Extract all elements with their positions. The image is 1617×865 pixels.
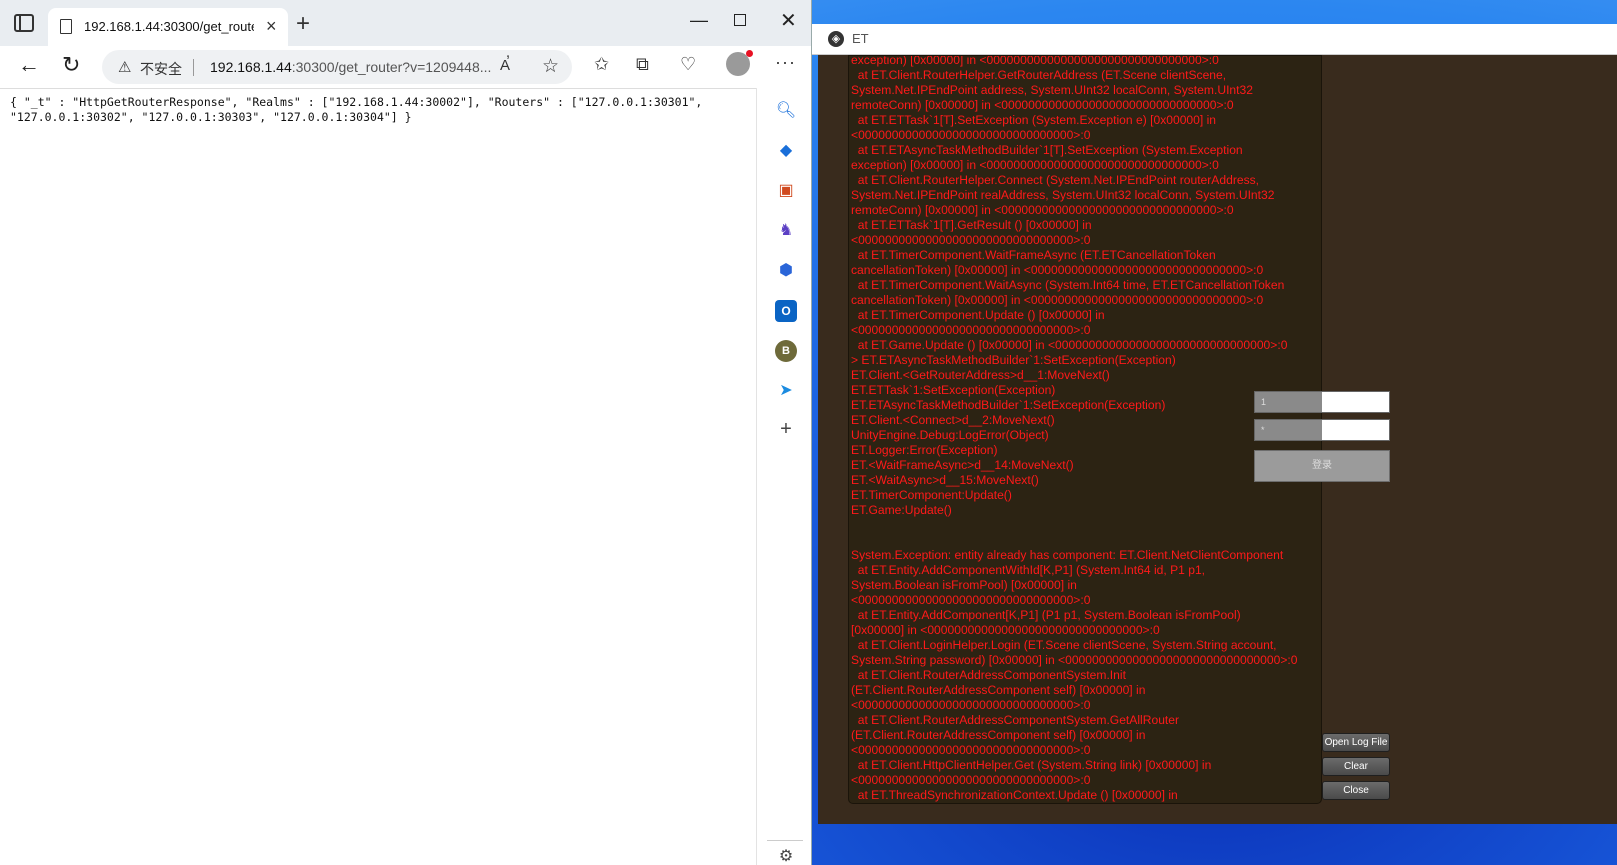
new-tab-button[interactable]: + [296,10,310,38]
account-field[interactable]: 1 [1254,391,1390,413]
gear-icon[interactable]: ⚙ [775,846,797,865]
edge-sidebar: 🔍︎ ◆ ▣ ♞ ⬢ O B ➤ + ⚙ [756,88,811,865]
maximize-button[interactable] [734,14,746,26]
game-titlebar: ◈ ET [812,24,1617,55]
notification-dot [746,50,753,57]
star-icon[interactable]: ☆ [542,55,559,78]
shopping-tag-icon[interactable]: ◆ [775,140,797,162]
games-icon[interactable]: ♞ [775,220,797,242]
close-button[interactable]: Close [1322,781,1390,800]
game-window: ◈ ET exception) [0x00000] in <0000000000… [812,24,1617,824]
url-separator [193,59,194,76]
read-aloud-icon[interactable]: A̕ [500,57,510,74]
browser-essentials-icon[interactable]: ♡ [680,54,696,75]
close-tab-icon[interactable]: × [266,16,277,37]
refresh-icon[interactable]: ↻ [62,52,80,78]
tab-active[interactable]: 192.168.1.44:30300/get_router?v × [48,8,288,46]
sidebar-divider [767,840,803,841]
debug-console-panel[interactable]: exception) [0x00000] in <000000000000000… [848,55,1322,804]
password-field[interactable]: * [1254,419,1390,441]
insecure-label[interactable]: 不安全 [140,59,182,79]
add-icon[interactable]: + [775,418,797,440]
send-icon[interactable]: ➤ [775,380,797,402]
json-response-text: { "_t" : "HttpGetRouterResponse", "Realm… [10,95,703,124]
search-icon[interactable]: 🔍︎ [775,100,797,122]
unity-icon: ◈ [828,31,844,47]
tab-bar: 192.168.1.44:30300/get_router?v × + — ✕ [0,0,811,46]
clear-button[interactable]: Clear [1322,757,1390,776]
favorites-icon[interactable]: ✩ [594,54,609,75]
browser-window: 192.168.1.44:30300/get_router?v × + — ✕ … [0,0,812,865]
game-window-title: ET [852,31,869,46]
back-arrow-icon[interactable]: ← [18,52,40,78]
tab-title: 192.168.1.44:30300/get_router?v [84,19,254,34]
page-content: { "_t" : "HttpGetRouterResponse", "Realm… [0,88,756,865]
warning-icon[interactable]: ⚠ [118,58,131,76]
url-text[interactable]: 192.168.1.44:30300/get_router?v=1209448.… [210,59,491,75]
open-log-file-button[interactable]: Open Log File [1322,733,1390,752]
page-icon [60,19,72,34]
outlook-icon[interactable]: O [775,300,797,322]
console-log-text: exception) [0x00000] in <000000000000000… [851,55,1298,802]
tab-actions-icon[interactable] [14,14,34,32]
minimize-button[interactable]: — [690,10,708,31]
collections-icon[interactable]: ⧉ [636,54,649,75]
copilot-icon[interactable]: ⬢ [775,260,797,282]
more-menu-icon[interactable]: ··· [775,52,796,73]
login-button[interactable]: 登录 [1254,450,1390,482]
toolbox-icon[interactable]: ▣ [775,180,797,202]
game-canvas: exception) [0x00000] in <000000000000000… [818,55,1617,824]
url-field[interactable]: ⚠ 不安全 192.168.1.44:30300/get_router?v=12… [102,50,572,84]
url-path: :30300/get_router?v=1209448... [291,59,492,75]
bing-icon[interactable]: B [775,340,797,362]
url-host: 192.168.1.44 [210,59,292,75]
address-bar: ← ↻ ⚠ 不安全 192.168.1.44:30300/get_router?… [0,46,811,88]
close-window-button[interactable]: ✕ [780,8,797,33]
